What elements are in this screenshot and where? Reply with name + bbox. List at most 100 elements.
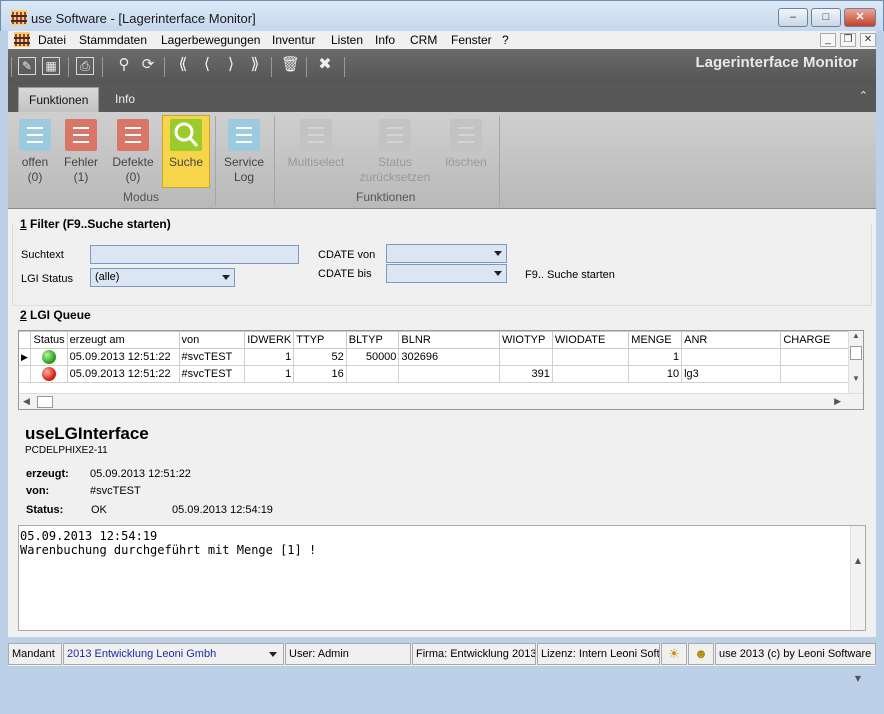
service-log-button[interactable]: Service Log bbox=[221, 116, 267, 186]
log-textarea[interactable]: 05.09.2013 12:54:19 Warenbuchung durchgef… bbox=[18, 525, 866, 683]
row-indicator bbox=[19, 365, 32, 383]
delete-icon[interactable]: 🗑 bbox=[281, 57, 300, 75]
save-icon[interactable]: ▦ bbox=[42, 57, 60, 75]
status-label: Status: bbox=[26, 504, 64, 516]
menu-inventur[interactable]: Inventur bbox=[272, 33, 315, 47]
table-cell: 391 bbox=[498, 365, 553, 383]
column-header[interactable]: BLNR bbox=[398, 331, 500, 349]
refresh-icon[interactable]: ⟳ bbox=[139, 57, 157, 75]
menu-help[interactable]: ? bbox=[502, 33, 509, 47]
column-header[interactable]: ANR bbox=[681, 331, 782, 349]
table-cell bbox=[780, 348, 849, 366]
first-record-icon[interactable]: ⟪ bbox=[174, 57, 192, 75]
scroll-thumb[interactable] bbox=[850, 346, 862, 360]
cancel-icon[interactable]: ✖ bbox=[316, 57, 334, 75]
column-header[interactable]: BLTYP bbox=[345, 331, 400, 349]
table-cell: 05.09.2013 12:51:22 bbox=[66, 365, 180, 383]
row-indicator-header bbox=[19, 331, 32, 349]
chevron-down-icon bbox=[494, 271, 502, 276]
menu-info[interactable]: Info bbox=[375, 33, 395, 47]
scroll-thumb[interactable] bbox=[37, 396, 53, 408]
group-label-funktionen: Funktionen bbox=[356, 190, 416, 204]
chevron-down-icon bbox=[494, 251, 502, 256]
cdate-von-picker[interactable] bbox=[386, 244, 507, 263]
column-header[interactable]: von bbox=[178, 331, 246, 349]
search-icon[interactable]: ⚲ bbox=[115, 57, 133, 75]
table-cell bbox=[498, 348, 553, 366]
log-vertical-scrollbar[interactable]: ▲ ▼ bbox=[850, 526, 865, 683]
mdi-close-button[interactable]: ✕ bbox=[860, 33, 876, 47]
scroll-left-icon[interactable]: ◀ bbox=[23, 396, 30, 407]
column-header[interactable]: IDWERK bbox=[244, 331, 295, 349]
list-icon bbox=[300, 119, 332, 151]
app-menu-icon[interactable] bbox=[14, 32, 30, 47]
grid-vertical-scrollbar[interactable]: ▲ ▼ bbox=[848, 331, 863, 393]
list-icon bbox=[19, 119, 51, 151]
table-cell: 50000 bbox=[345, 348, 400, 366]
log-line: Warenbuchung durchgeführt mit Menge [1] … bbox=[20, 543, 317, 557]
chevron-down-icon bbox=[269, 652, 277, 657]
minimize-button[interactable]: – bbox=[778, 8, 808, 27]
edit-icon[interactable]: ✎ bbox=[18, 57, 36, 75]
last-record-icon[interactable]: ⟫ bbox=[246, 57, 264, 75]
queue-title: 2 LGI Queue bbox=[20, 308, 91, 322]
grid-horizontal-scrollbar[interactable]: ◀ ▶ bbox=[19, 393, 863, 409]
tab-funktionen[interactable]: Funktionen bbox=[18, 87, 100, 112]
menu-listen[interactable]: Listen bbox=[331, 33, 363, 47]
previous-record-icon[interactable]: ⟨ bbox=[198, 57, 216, 75]
maximize-button[interactable]: □ bbox=[811, 8, 841, 27]
suchtext-input[interactable] bbox=[90, 245, 299, 264]
suche-button[interactable]: Suche bbox=[162, 115, 210, 188]
menu-lagerbewegungen[interactable]: Lagerbewegungen bbox=[161, 33, 260, 47]
column-header[interactable]: Status bbox=[30, 331, 68, 349]
menu-crm[interactable]: CRM bbox=[410, 33, 437, 47]
tab-info[interactable]: Info bbox=[105, 87, 145, 112]
multiselect-button[interactable]: Multiselect bbox=[286, 116, 346, 186]
table-cell: 1 bbox=[628, 348, 683, 366]
light-icon[interactable]: ☀ bbox=[661, 643, 687, 665]
mdi-minimize-button[interactable]: _ bbox=[820, 33, 836, 47]
loeschen-button[interactable]: löschen bbox=[442, 116, 490, 186]
detail-host: PCDELPHIXE2-11 bbox=[25, 445, 108, 456]
menu-stammdaten[interactable]: Stammdaten bbox=[79, 33, 147, 47]
column-header[interactable]: TTYP bbox=[293, 331, 347, 349]
mandant-label: Mandant bbox=[8, 643, 62, 665]
print-icon[interactable]: ⎙ bbox=[76, 57, 94, 75]
status-cell bbox=[30, 365, 68, 383]
column-header[interactable]: WIOTYP bbox=[498, 331, 553, 349]
users-icon[interactable]: ☻ bbox=[688, 643, 714, 665]
mandant-select[interactable]: 2013 Entwicklung Leoni Gmbh bbox=[63, 643, 284, 665]
lgi-status-select[interactable]: (alle) bbox=[90, 268, 235, 287]
collapse-ribbon-icon[interactable]: ⌃ bbox=[859, 89, 868, 102]
table-cell bbox=[681, 348, 782, 366]
column-header[interactable]: WIODATE bbox=[551, 331, 630, 349]
erzeugt-value: 05.09.2013 12:51:22 bbox=[90, 468, 191, 480]
monitor-title: Lagerinterface Monitor bbox=[695, 54, 858, 71]
lgi-status-label: LGI Status bbox=[21, 273, 73, 285]
scroll-right-icon[interactable]: ▶ bbox=[834, 396, 841, 407]
group-label-modus: Modus bbox=[123, 190, 160, 204]
table-cell: lg3 bbox=[681, 365, 782, 383]
ribbon-tabs: Funktionen Info ⌃ bbox=[8, 84, 876, 112]
cdate-von-label: CDATE von bbox=[318, 249, 376, 261]
menu-fenster[interactable]: Fenster bbox=[451, 33, 492, 47]
offen-button[interactable]: offen (0) bbox=[11, 116, 59, 186]
window-title: use Software - [Lagerinterface Monitor] bbox=[31, 11, 256, 26]
chevron-down-icon bbox=[222, 275, 230, 280]
menu-datei[interactable]: Datei bbox=[38, 33, 66, 47]
cdate-bis-picker[interactable] bbox=[386, 264, 507, 283]
column-header[interactable]: MENGE bbox=[628, 331, 683, 349]
defekte-button[interactable]: Defekte (0) bbox=[109, 116, 157, 186]
column-header[interactable]: erzeugt am bbox=[66, 331, 180, 349]
lgi-queue-grid[interactable]: Status erzeugt am von IDWERK TTYP BLTYP … bbox=[18, 330, 864, 410]
table-row[interactable]: ▶ 05.09.2013 12:51:22 #svcTEST 1 52 5000… bbox=[19, 348, 849, 366]
fehler-button[interactable]: Fehler (1) bbox=[57, 116, 105, 186]
mdi-restore-button[interactable]: ❐ bbox=[840, 33, 856, 47]
next-record-icon[interactable]: ⟩ bbox=[222, 57, 240, 75]
close-button[interactable]: ✕ bbox=[844, 8, 876, 27]
status-zuruecksetzen-button[interactable]: Status zurücksetzen bbox=[358, 116, 432, 186]
queue-table: Status erzeugt am von IDWERK TTYP BLTYP … bbox=[19, 331, 849, 383]
status-firma: Firma: Entwicklung 2013 bbox=[412, 643, 536, 665]
column-header[interactable]: CHARGE bbox=[780, 331, 849, 349]
table-row[interactable]: 05.09.2013 12:51:22 #svcTEST 1 16 391 10… bbox=[19, 365, 849, 383]
